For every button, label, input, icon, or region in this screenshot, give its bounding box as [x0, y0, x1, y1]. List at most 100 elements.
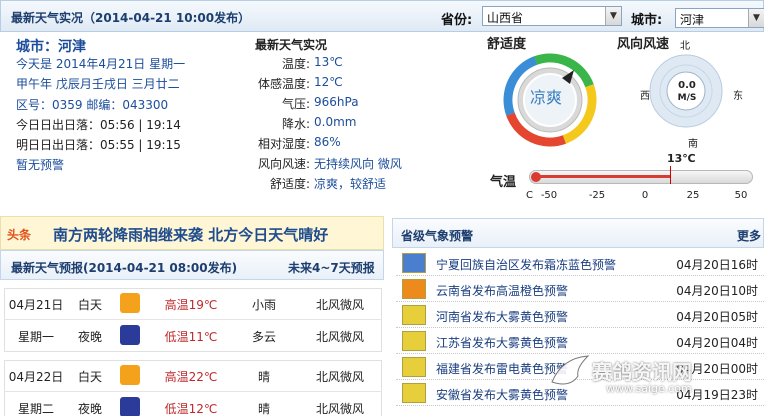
forecast-title: 最新天气预报(2014-04-21 08:00发布): [11, 261, 238, 275]
forecast-more-link[interactable]: 未来4~7天预报: [288, 259, 375, 276]
realtime-row: 体感温度: 12℃: [250, 75, 470, 93]
weather-sun-icon: [120, 365, 140, 385]
realtime-row-value: 86%: [314, 135, 341, 149]
realtime-row: 温度: 13℃: [250, 55, 470, 73]
wind-compass: [649, 54, 723, 128]
province-label: 省份:: [441, 13, 473, 28]
realtime-row-label: 风向风速:: [257, 157, 310, 171]
thermo-tick-label: -50: [540, 190, 558, 201]
warning-icon: [402, 253, 426, 273]
compass-south-label: 南: [688, 139, 698, 150]
forecast-temp: 高温19℃: [164, 298, 218, 312]
alerts-more-link[interactable]: 更多: [737, 227, 761, 244]
comfort-value: 凉爽: [530, 88, 563, 107]
chevron-down-icon: ▼: [748, 9, 764, 27]
weather-moon-icon: [120, 397, 140, 416]
alert-item[interactable]: 江苏省发布大雾黄色预警 04月20日04时: [396, 328, 764, 354]
alert-text: 云南省发布高温橙色预警: [436, 284, 569, 298]
warning-icon: [402, 279, 426, 299]
alert-text: 江苏省发布大雾黄色预警: [436, 336, 569, 350]
forecast-period: 夜晚: [77, 330, 102, 344]
forecast-temp: 低温12℃: [164, 402, 218, 416]
thermo-ticks: -50 -25 0 25 50: [0, 190, 764, 204]
forecast-header: 最新天气预报(2014-04-21 08:00发布) 未来4~7天预报: [0, 250, 384, 280]
forecast-temp: 低温11℃: [164, 330, 218, 344]
realtime-row: 相对湿度: 86%: [250, 135, 470, 153]
weather-moon-icon: [120, 325, 140, 345]
thermo-tick-label: 50: [734, 190, 748, 201]
forecast-weather: 晴: [257, 370, 270, 384]
compass-north-label: 北: [680, 41, 690, 52]
forecast-weekday: 星期二: [17, 402, 54, 416]
realtime-row-value: 0.0mm: [314, 115, 357, 129]
thermo-label: 气温: [490, 175, 517, 190]
alert-item[interactable]: 宁夏回族自治区发布霜冻蓝色预警 04月20日16时: [396, 250, 764, 276]
alert-text: 宁夏回族自治区发布霜冻蓝色预警: [436, 258, 617, 272]
warning-icon: [402, 357, 426, 377]
today-date: 今天是 2014年4月21日 星期一: [16, 57, 186, 71]
pigeon-icon: [551, 355, 590, 385]
forecast-period: 白天: [77, 370, 102, 384]
alerts-title: 省级气象预警: [401, 229, 474, 243]
thermo-current: 13℃: [667, 152, 696, 165]
forecast-row-divider: [4, 391, 382, 392]
alert-date: 04月20日05时: [676, 310, 758, 324]
city-title: 城市：河津: [16, 39, 86, 55]
alerts-header: 省级气象预警 更多: [392, 218, 764, 248]
weather-sun-icon: [120, 293, 140, 313]
headline-banner: 头条 南方两轮降雨相继来袭 北方今日天气晴好: [0, 216, 384, 250]
city-label: 城市:: [631, 13, 663, 28]
province-select[interactable]: 山西省 ▼: [482, 6, 622, 26]
alert-item[interactable]: 河南省发布大雾黄色预警 04月20日05时: [396, 302, 764, 328]
lunar-date: 甲午年 戊辰月壬戌日 三月廿二: [16, 77, 180, 91]
alert-date: 04月20日10时: [676, 284, 758, 298]
realtime-row: 气压: 966hPa: [250, 95, 470, 113]
realtime-row: 风向风速: 无持续风向 微风: [250, 155, 470, 173]
forecast-wind: 北风微风: [315, 298, 364, 312]
forecast-weather: 小雨: [251, 298, 276, 312]
alert-date: 04月20日04时: [676, 336, 758, 350]
headline-tag: 头条: [7, 228, 32, 242]
realtime-row-label: 气压:: [281, 97, 310, 111]
realtime-title: 最新天气实况（2014-04-21 10:00发布）: [11, 11, 251, 25]
forecast-temp: 高温22℃: [164, 370, 218, 384]
thermo-tick-label: 0: [641, 190, 649, 201]
forecast-wind: 北风微风: [315, 370, 364, 384]
wind-unit: M/S: [677, 93, 697, 103]
alert-item[interactable]: 云南省发布高温橙色预警 04月20日10时: [396, 276, 764, 302]
watermark-name: 赛鸽资讯网: [592, 360, 692, 384]
realtime-row-value: 无持续风向 微风: [314, 157, 402, 171]
compass-east-label: 东: [733, 91, 743, 102]
forecast-weather: 晴: [257, 402, 270, 416]
tomorrow-sun-times: 明日日出日落：05:55 | 19:15: [16, 138, 181, 152]
province-select-value: 山西省: [487, 11, 524, 25]
forecast-period: 夜晚: [77, 402, 102, 416]
compass-west-label: 西: [640, 91, 650, 102]
headline-link[interactable]: 南方两轮降雨相继来袭 北方今日天气晴好: [53, 224, 328, 245]
alert-text: 河南省发布大雾黄色预警: [436, 310, 569, 324]
warning-status[interactable]: 暂无预警: [16, 156, 64, 173]
forecast-weather: 多云: [251, 330, 276, 344]
realtime-row-label: 体感温度:: [257, 77, 310, 91]
forecast-wind: 北风微风: [315, 402, 364, 416]
realtime-row-label: 温度:: [281, 57, 310, 71]
realtime-row-value: 12℃: [314, 75, 343, 89]
thermo-tick-label: -25: [588, 190, 606, 201]
realtime-row: 降水: 0.0mm: [250, 115, 470, 133]
realtime-header-bar: 最新天气实况（2014-04-21 10:00发布） 省份: 山西省 ▼ 城市:…: [0, 0, 764, 32]
forecast-weekday: 星期一: [17, 330, 54, 344]
forecast-wind: 北风微风: [315, 330, 364, 344]
realtime-section-title: 最新天气实况: [255, 38, 328, 52]
area-code: 区号：0359 邮编：043300: [16, 98, 169, 112]
forecast-row-divider: [4, 319, 382, 320]
thermo-tick-label: 25: [686, 190, 700, 201]
thermo-marker: [669, 166, 671, 184]
city-select-value: 河津: [680, 13, 705, 27]
wind-speed: 0.0: [678, 80, 696, 91]
realtime-row-label: 相对湿度:: [257, 137, 310, 151]
realtime-row-value: 966hPa: [314, 95, 359, 109]
forecast-date: 04月21日: [8, 298, 64, 312]
city-select[interactable]: 河津 ▼: [675, 8, 764, 28]
realtime-row-value: 13℃: [314, 55, 343, 69]
today-sun-times: 今日日出日落：05:56 | 19:14: [16, 118, 181, 132]
